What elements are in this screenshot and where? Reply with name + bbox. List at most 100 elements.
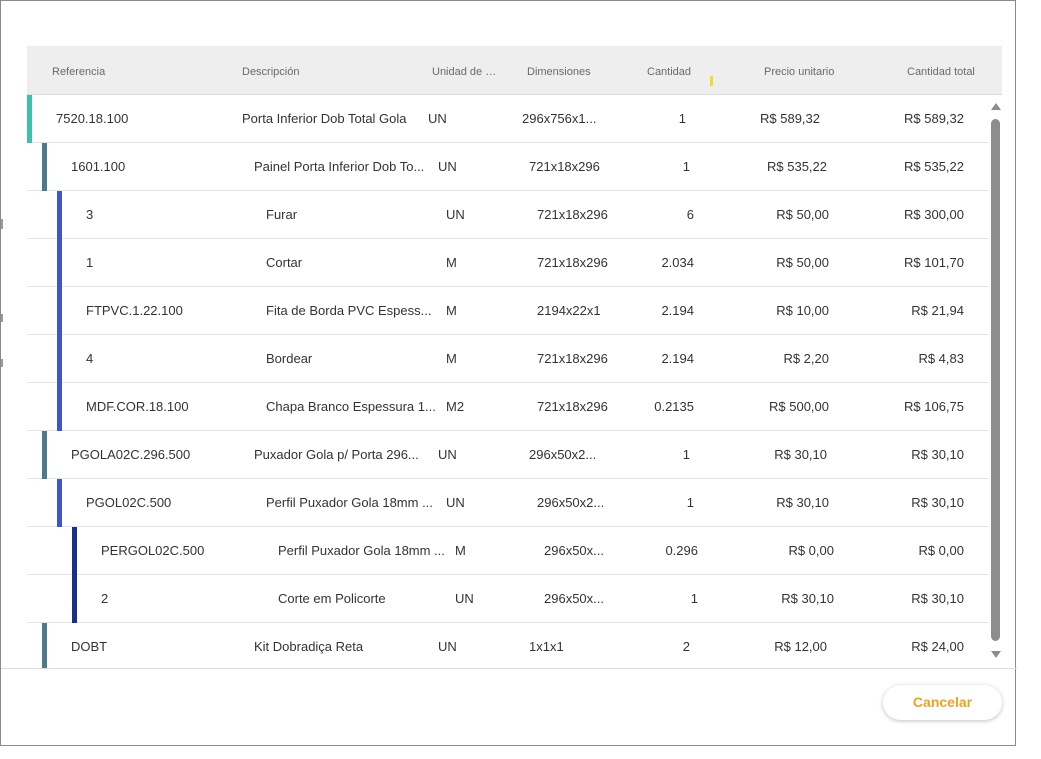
cell-unidad: UN — [438, 639, 457, 654]
table-row[interactable]: FTPVC.1.22.100 Fita de Borda PVC Espess..… — [27, 287, 988, 335]
cell-unidad: UN — [428, 111, 447, 126]
cell-dimensiones: 296x50x2... — [537, 495, 605, 510]
table-row[interactable]: DOBT Kit Dobradiça Reta UN 1x1x1 2 R$ 12,00 R$… — [27, 623, 988, 668]
cell-precio-unitario: R$ 30,10 — [776, 495, 829, 510]
table-row[interactable]: 7520.18.100 Porta Inferior Dob Total Gola… — [27, 95, 988, 143]
table-body: 7520.18.100 Porta Inferior Dob Total Gola… — [27, 95, 1002, 668]
cell-referencia: 1601.100 — [71, 159, 126, 174]
cell-cantidad: 2.194 — [661, 303, 694, 318]
header-cantidad[interactable]: Cantidad — [647, 46, 717, 95]
cell-precio-unitario: R$ 50,00 — [776, 255, 829, 270]
table-row[interactable]: 3 Furar UN 721x18x296 6 R$ 50,00 R$ 300,00 — [27, 191, 988, 239]
cell-cantidad-total: R$ 24,00 — [911, 639, 964, 654]
table-header: Referencia Descripción Unidad de medida … — [27, 46, 1002, 95]
cell-cantidad-total: R$ 30,10 — [911, 495, 964, 510]
cell-precio-unitario: R$ 2,20 — [783, 351, 829, 366]
header-dimensiones[interactable]: Dimensiones — [527, 46, 617, 95]
cell-precio-unitario: R$ 50,00 — [776, 207, 829, 222]
cell-unidad: M — [446, 303, 457, 318]
header-referencia[interactable]: Referencia — [52, 46, 202, 95]
cell-descripcion: Fita de Borda PVC Espess... — [266, 303, 432, 318]
table-row[interactable]: PGOL02C.500 Perfil Puxador Gola 18mm ... U… — [27, 479, 988, 527]
table-row[interactable]: 1601.100 Painel Porta Inferior Dob To... U… — [27, 143, 988, 191]
cell-cantidad-total: R$ 300,00 — [904, 207, 964, 222]
cell-referencia: PGOL02C.500 — [86, 495, 172, 510]
table-row[interactable]: MDF.COR.18.100 Chapa Branco Espessura 1..… — [27, 383, 988, 431]
cell-dimensiones: 721x18x296 — [529, 159, 600, 174]
cell-referencia: MDF.COR.18.100 — [86, 399, 189, 414]
cell-descripcion: Perfil Puxador Gola 18mm ... — [278, 543, 445, 558]
table-row[interactable]: 1 Cortar M 721x18x296 2.034 R$ 50,00 R$ 101,70 — [27, 239, 988, 287]
cell-unidad: UN — [438, 447, 457, 462]
cell-cantidad-total: R$ 106,75 — [904, 399, 964, 414]
cell-dimensiones: 2194x22x1 — [537, 303, 601, 318]
cell-precio-unitario: R$ 535,22 — [767, 159, 827, 174]
hierarchy-level-bar — [57, 287, 62, 335]
hierarchy-level-bar — [27, 95, 32, 143]
cell-dimensiones: 721x18x296 — [537, 351, 608, 366]
table-row[interactable]: PERGOL02C.500 Perfil Puxador Gola 18mm ..… — [27, 527, 988, 575]
hierarchy-level-bar — [42, 143, 47, 191]
cell-cantidad-total: R$ 4,83 — [918, 351, 964, 366]
cell-descripcion: Corte em Policorte — [278, 591, 386, 606]
cell-descripcion: Painel Porta Inferior Dob To... — [254, 159, 425, 174]
cell-unidad: UN — [455, 591, 474, 606]
cell-descripcion: Cortar — [266, 255, 303, 270]
header-descripcion[interactable]: Descripción — [242, 46, 402, 95]
cell-cantidad-total: R$ 30,10 — [911, 591, 964, 606]
cell-descripcion: Bordear — [266, 351, 313, 366]
cancel-button[interactable]: Cancelar — [883, 685, 1002, 720]
cell-dimensiones: 721x18x296 — [537, 207, 608, 222]
header-cantidad-total[interactable]: Cantidad total — [907, 46, 997, 95]
cell-referencia: 1 — [86, 255, 94, 270]
cell-precio-unitario: R$ 12,00 — [774, 639, 827, 654]
cell-descripcion: Porta Inferior Dob Total Gola — [242, 111, 407, 126]
cell-cantidad: 1 — [686, 495, 694, 510]
cell-unidad: UN — [446, 207, 465, 222]
cell-unidad: UN — [438, 159, 457, 174]
cell-unidad: M — [446, 351, 457, 366]
cell-cantidad-total: R$ 21,94 — [911, 303, 964, 318]
scroll-up-arrow-icon[interactable] — [991, 103, 1001, 110]
scroll-down-arrow-icon[interactable] — [991, 651, 1001, 658]
cell-referencia: 3 — [86, 207, 94, 222]
cell-unidad: M — [455, 543, 466, 558]
cell-referencia: FTPVC.1.22.100 — [86, 303, 183, 318]
hierarchy-level-bar — [57, 335, 62, 383]
sort-indicator — [710, 76, 713, 86]
cell-unidad: M — [446, 255, 457, 270]
hierarchy-level-bar — [57, 383, 62, 431]
cell-descripcion: Chapa Branco Espessura 1... — [266, 399, 436, 414]
cell-cantidad: 0.2135 — [654, 399, 694, 414]
cell-cantidad-total: R$ 0,00 — [918, 543, 964, 558]
cell-descripcion: Furar — [266, 207, 298, 222]
background-edge-marks — [1, 1, 4, 747]
cell-cantidad-total: R$ 101,70 — [904, 255, 964, 270]
table-row[interactable]: 2 Corte em Policorte UN 296x50x... 1 R$ 30,10… — [27, 575, 988, 623]
hierarchy-level-bar — [72, 575, 77, 623]
table-row[interactable]: PGOLA02C.296.500 Puxador Gola p/ Porta 29… — [27, 431, 988, 479]
cell-cantidad-total: R$ 30,10 — [911, 447, 964, 462]
cell-precio-unitario: R$ 0,00 — [788, 543, 834, 558]
cell-precio-unitario: R$ 30,10 — [781, 591, 834, 606]
hierarchy-level-bar — [57, 191, 62, 239]
table-row[interactable]: 4 Bordear M 721x18x296 2.194 R$ 2,20 R$ 4,83 — [27, 335, 988, 383]
cell-descripcion: Perfil Puxador Gola 18mm ... — [266, 495, 433, 510]
footer-divider — [1, 668, 1017, 669]
cell-dimensiones: 296x50x... — [544, 591, 604, 606]
vertical-scrollbar[interactable] — [988, 95, 1002, 668]
cell-cantidad: 1 — [678, 111, 686, 126]
cell-cantidad: 6 — [686, 207, 694, 222]
cell-cantidad-total: R$ 589,32 — [904, 111, 964, 126]
hierarchy-level-bar — [72, 527, 77, 575]
cell-dimensiones: 296x50x2... — [529, 447, 597, 462]
cell-descripcion: Puxador Gola p/ Porta 296... — [254, 447, 419, 462]
bom-table: Referencia Descripción Unidad de medida … — [27, 46, 1002, 668]
cell-referencia: 4 — [86, 351, 94, 366]
scrollbar-thumb[interactable] — [991, 119, 1000, 641]
header-precio-unitario[interactable]: Precio unitario — [764, 46, 874, 95]
header-unidad-de-medida[interactable]: Unidad de medida — [432, 46, 504, 95]
cell-cantidad: 2 — [682, 639, 690, 654]
cell-dimensiones: 1x1x1 — [529, 639, 564, 654]
cell-unidad: UN — [446, 495, 465, 510]
